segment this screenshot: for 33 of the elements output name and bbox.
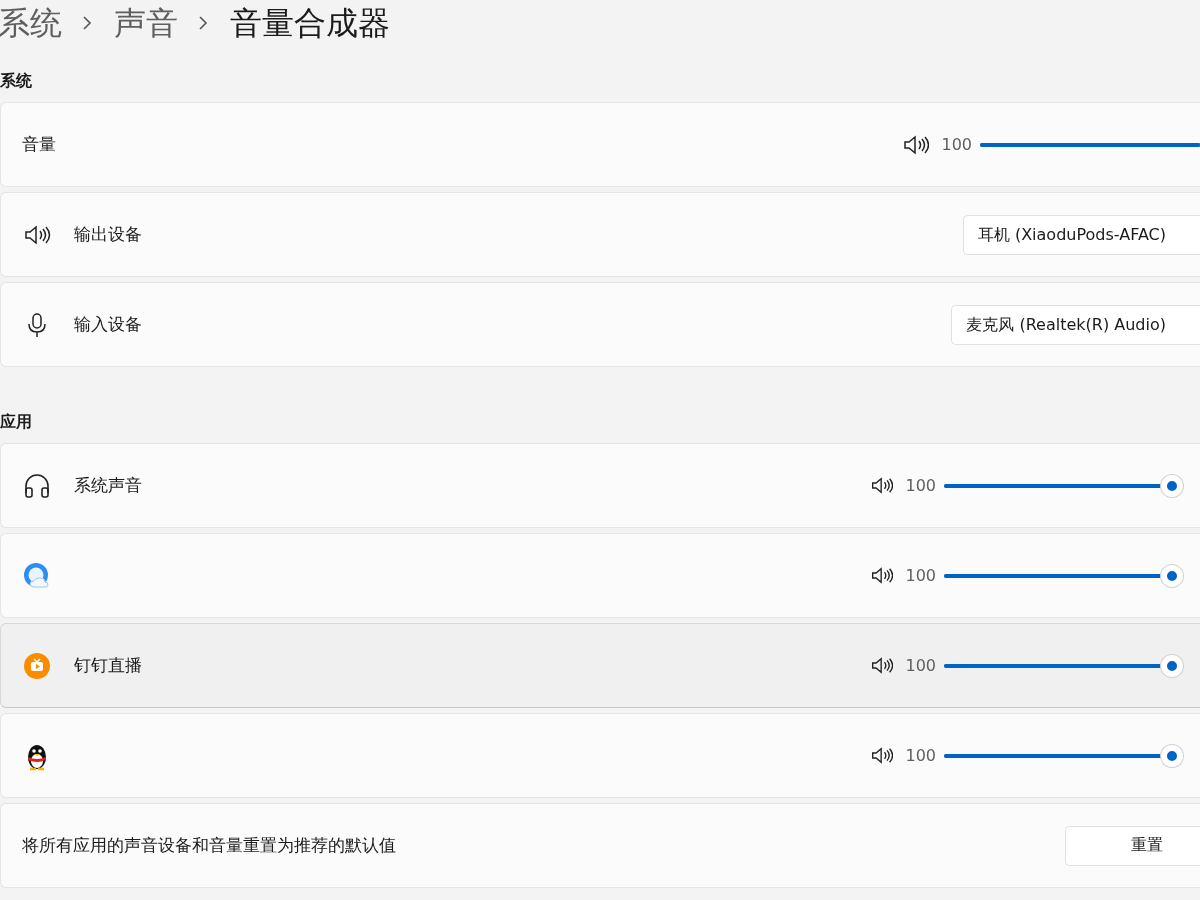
setting-label: 输出设备 [74, 223, 142, 246]
slider-thumb[interactable] [1161, 564, 1183, 587]
speaker-icon [871, 657, 894, 674]
slider-thumb[interactable] [1161, 654, 1183, 677]
speaker-icon [22, 224, 52, 245]
app-name: 系统声音 [74, 474, 142, 497]
volume-value: 100 [905, 656, 936, 675]
setting-label: 输入设备 [74, 313, 142, 336]
slider-thumb[interactable] [1161, 744, 1183, 767]
speaker-icon [871, 747, 894, 764]
page-title: 音量合成器 [230, 3, 390, 44]
chevron-icon [198, 15, 208, 31]
setting-label: 将所有应用的声音设备和音量重置为推荐的默认值 [22, 834, 396, 857]
section-heading: 系统 [0, 70, 33, 92]
setting-label: 音量 [22, 133, 56, 156]
headphones-icon [22, 472, 52, 499]
section-heading: 应用 [0, 411, 33, 433]
speaker-icon [871, 477, 894, 494]
volume-value: 100 [941, 135, 972, 154]
slider-thumb[interactable] [1161, 474, 1183, 497]
volume-value: 100 [905, 476, 936, 495]
app-name: 钉钉直播 [74, 654, 142, 677]
breadcrumb-link[interactable]: 声音 [114, 0, 178, 46]
reset-button[interactable]: 重置 [1065, 825, 1200, 866]
tv-icon [22, 651, 52, 680]
volume-value: 100 [905, 566, 936, 585]
browser-icon [22, 560, 52, 591]
input-device-dropdown[interactable]: 麦克风 (Realtek(R) Audio) [951, 304, 1200, 345]
chevron-icon [82, 15, 92, 31]
speaker-icon [903, 134, 930, 155]
volume-value: 100 [905, 746, 936, 765]
speaker-icon [871, 567, 894, 584]
output-device-dropdown[interactable]: 耳机 (XiaoduPods-AFAC) [962, 214, 1200, 255]
